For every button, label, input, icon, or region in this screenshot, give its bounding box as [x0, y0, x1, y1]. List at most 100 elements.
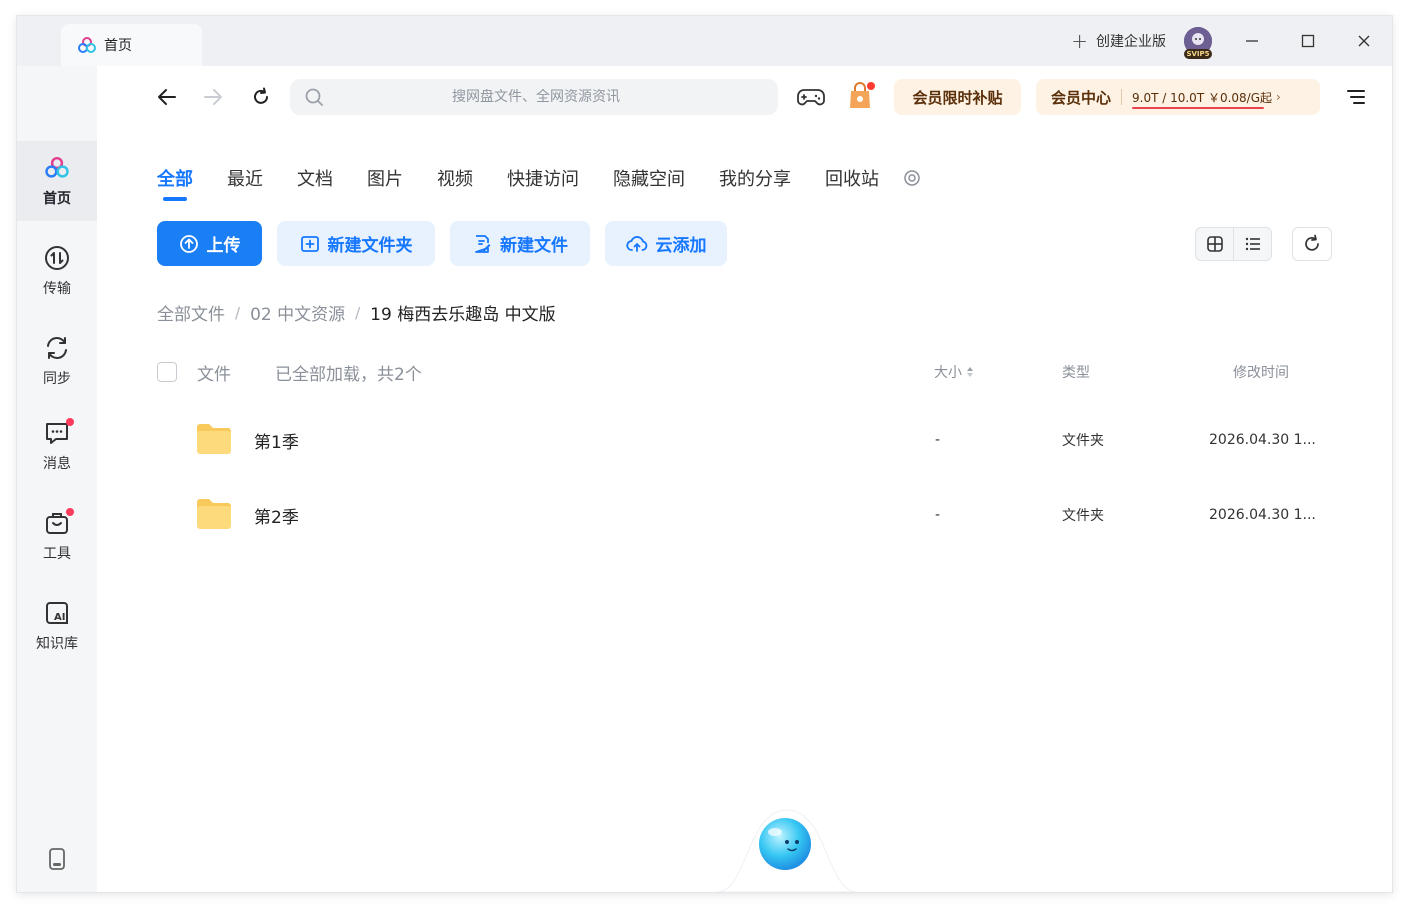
tab-title: 首页 — [104, 38, 132, 54]
tab-recent[interactable]: 最近 — [227, 165, 263, 191]
breadcrumb-separator: / — [235, 303, 241, 322]
minimize-button[interactable] — [1224, 16, 1280, 66]
reload-button[interactable] — [248, 85, 274, 109]
column-type: 类型 — [1062, 365, 1090, 381]
upload-label: 上传 — [206, 236, 241, 256]
sidebar-item-label: 消息 — [43, 456, 71, 472]
ai-assistant-button[interactable] — [716, 796, 858, 892]
sidebar-item-label: 知识库 — [36, 636, 78, 652]
tab-images[interactable]: 图片 — [367, 165, 403, 191]
sidebar-item-messages[interactable]: 消息 — [17, 406, 97, 486]
user-avatar[interactable]: SVIP5 — [1184, 27, 1212, 59]
member-center-button[interactable]: 会员中心 9.0T / 10.0T ￥0.08/G起 › — [1036, 79, 1320, 115]
close-button[interactable] — [1336, 16, 1392, 66]
upload-button[interactable]: 上传 — [157, 221, 262, 266]
title-bar: 首页 + 创建企业版 SVIP5 — [17, 16, 1392, 66]
close-icon — [1358, 35, 1370, 47]
menu-icon — [1347, 90, 1365, 104]
breadcrumb-item-all-files[interactable]: 全部文件 — [157, 300, 225, 325]
member-promo-button[interactable]: 会员限时补贴 — [894, 79, 1021, 115]
search-input[interactable] — [324, 89, 778, 105]
add-folder-icon — [300, 235, 319, 252]
cloud-upload-icon — [625, 235, 647, 252]
file-row[interactable]: 第2季 - 文件夹 2026.04.30 1... — [157, 479, 1317, 551]
forward-button[interactable] — [200, 85, 226, 109]
top-toolbar: 会员限时补贴 会员中心 9.0T / 10.0T ￥0.08/G起 › — [97, 66, 1392, 128]
main-menu-button[interactable] — [1345, 86, 1367, 108]
tab-home[interactable]: 首页 — [61, 24, 202, 66]
phone-icon — [49, 848, 65, 870]
breadcrumb-item-chinese-resources[interactable]: 02 中文资源 — [250, 300, 345, 325]
storage-usage-text: 9.0T / 10.0T ￥0.08/G起 — [1132, 90, 1273, 109]
app-logo-icon — [78, 37, 96, 53]
sidebar-item-knowledge-base[interactable]: AI 知识库 — [17, 586, 97, 666]
list-view-button[interactable] — [1234, 228, 1271, 260]
sidebar-item-home[interactable]: 首页 — [17, 141, 97, 221]
maximize-button[interactable] — [1280, 16, 1336, 66]
column-modified-time: 修改时间 — [1233, 365, 1289, 381]
view-mode-toggle — [1195, 227, 1272, 261]
cloud-add-label: 云添加 — [655, 236, 707, 256]
breadcrumb-separator: / — [355, 303, 361, 322]
new-file-button[interactable]: 新建文件 — [450, 221, 590, 266]
tab-my-shares[interactable]: 我的分享 — [719, 165, 791, 191]
file-type: 文件夹 — [1062, 433, 1104, 449]
sync-icon — [43, 334, 71, 362]
folder-icon — [197, 424, 231, 454]
member-center-label: 会员中心 — [1051, 88, 1112, 107]
tab-all[interactable]: 全部 — [157, 165, 193, 201]
sidebar-item-tools[interactable]: 工具 — [17, 496, 97, 576]
search-bar[interactable] — [290, 79, 778, 115]
upload-icon — [179, 234, 198, 253]
create-enterprise-button[interactable]: + 创建企业版 — [1071, 29, 1166, 53]
arrow-left-icon — [158, 89, 176, 105]
select-all-checkbox[interactable] — [157, 362, 177, 382]
minimize-icon — [1246, 40, 1258, 42]
gamepad-icon — [797, 89, 825, 106]
transfer-icon — [43, 244, 71, 272]
sidebar-item-label: 首页 — [43, 191, 71, 207]
tab-hidden-space[interactable]: 隐藏空间 — [613, 165, 685, 191]
grid-view-button[interactable] — [1196, 228, 1234, 260]
column-file: 文件 — [197, 364, 231, 385]
tab-videos[interactable]: 视频 — [437, 165, 473, 191]
file-modified-time: 2026.04.30 1... — [1209, 507, 1316, 523]
sidebar-item-label: 工具 — [43, 546, 71, 562]
folder-icon — [197, 499, 231, 529]
load-status-text: 已全部加载，共2个 — [275, 364, 422, 385]
refresh-list-button[interactable] — [1292, 227, 1332, 261]
sidebar-item-sync[interactable]: 同步 — [17, 321, 97, 401]
file-list-header: 文件 已全部加载，共2个 大小 类型 修改时间 — [157, 358, 1317, 386]
mobile-device-button[interactable] — [47, 848, 67, 870]
file-name: 第1季 — [254, 432, 299, 453]
tab-documents[interactable]: 文档 — [297, 165, 333, 191]
file-row[interactable]: 第1季 - 文件夹 2026.04.30 1... — [157, 404, 1317, 476]
sidebar: 首页 传输 同步 消息 工具 AI 知识库 — [17, 66, 97, 892]
svip-badge: SVIP5 — [1184, 49, 1212, 59]
back-button[interactable] — [154, 85, 180, 109]
assistant-mascot-icon — [716, 809, 858, 892]
tab-recycle-bin[interactable]: 回收站 — [825, 165, 879, 191]
file-modified-time: 2026.04.30 1... — [1209, 432, 1316, 448]
breadcrumb-item-current: 19 梅西去乐趣岛 中文版 — [370, 305, 556, 325]
tab-quick-access[interactable]: 快捷访问 — [507, 165, 579, 191]
search-icon — [305, 88, 323, 106]
maximize-icon — [1301, 34, 1315, 48]
new-folder-button[interactable]: 新建文件夹 — [277, 221, 435, 266]
sidebar-item-label: 同步 — [43, 371, 71, 387]
list-icon — [1245, 237, 1260, 251]
column-size-sort[interactable]: 大小 — [934, 362, 975, 382]
file-type: 文件夹 — [1062, 508, 1104, 524]
app-window: 首页 + 创建企业版 SVIP5 首页 传输 同步 消息 工具 AI 知识库 搜… — [17, 16, 1392, 892]
sidebar-item-transfer[interactable]: 传输 — [17, 231, 97, 311]
edit-file-icon — [475, 234, 491, 253]
gift-button[interactable] — [846, 81, 876, 111]
category-tabs: 全部 最近 文档 图片 视频 快捷访问 隐藏空间 我的分享 回收站 — [157, 163, 921, 201]
message-icon — [43, 418, 74, 447]
notification-dot — [66, 418, 74, 426]
game-button[interactable] — [796, 84, 826, 110]
tab-settings-icon[interactable] — [903, 169, 921, 187]
plus-icon: + — [1071, 29, 1088, 53]
file-size: - — [935, 507, 941, 523]
cloud-add-button[interactable]: 云添加 — [605, 221, 727, 266]
